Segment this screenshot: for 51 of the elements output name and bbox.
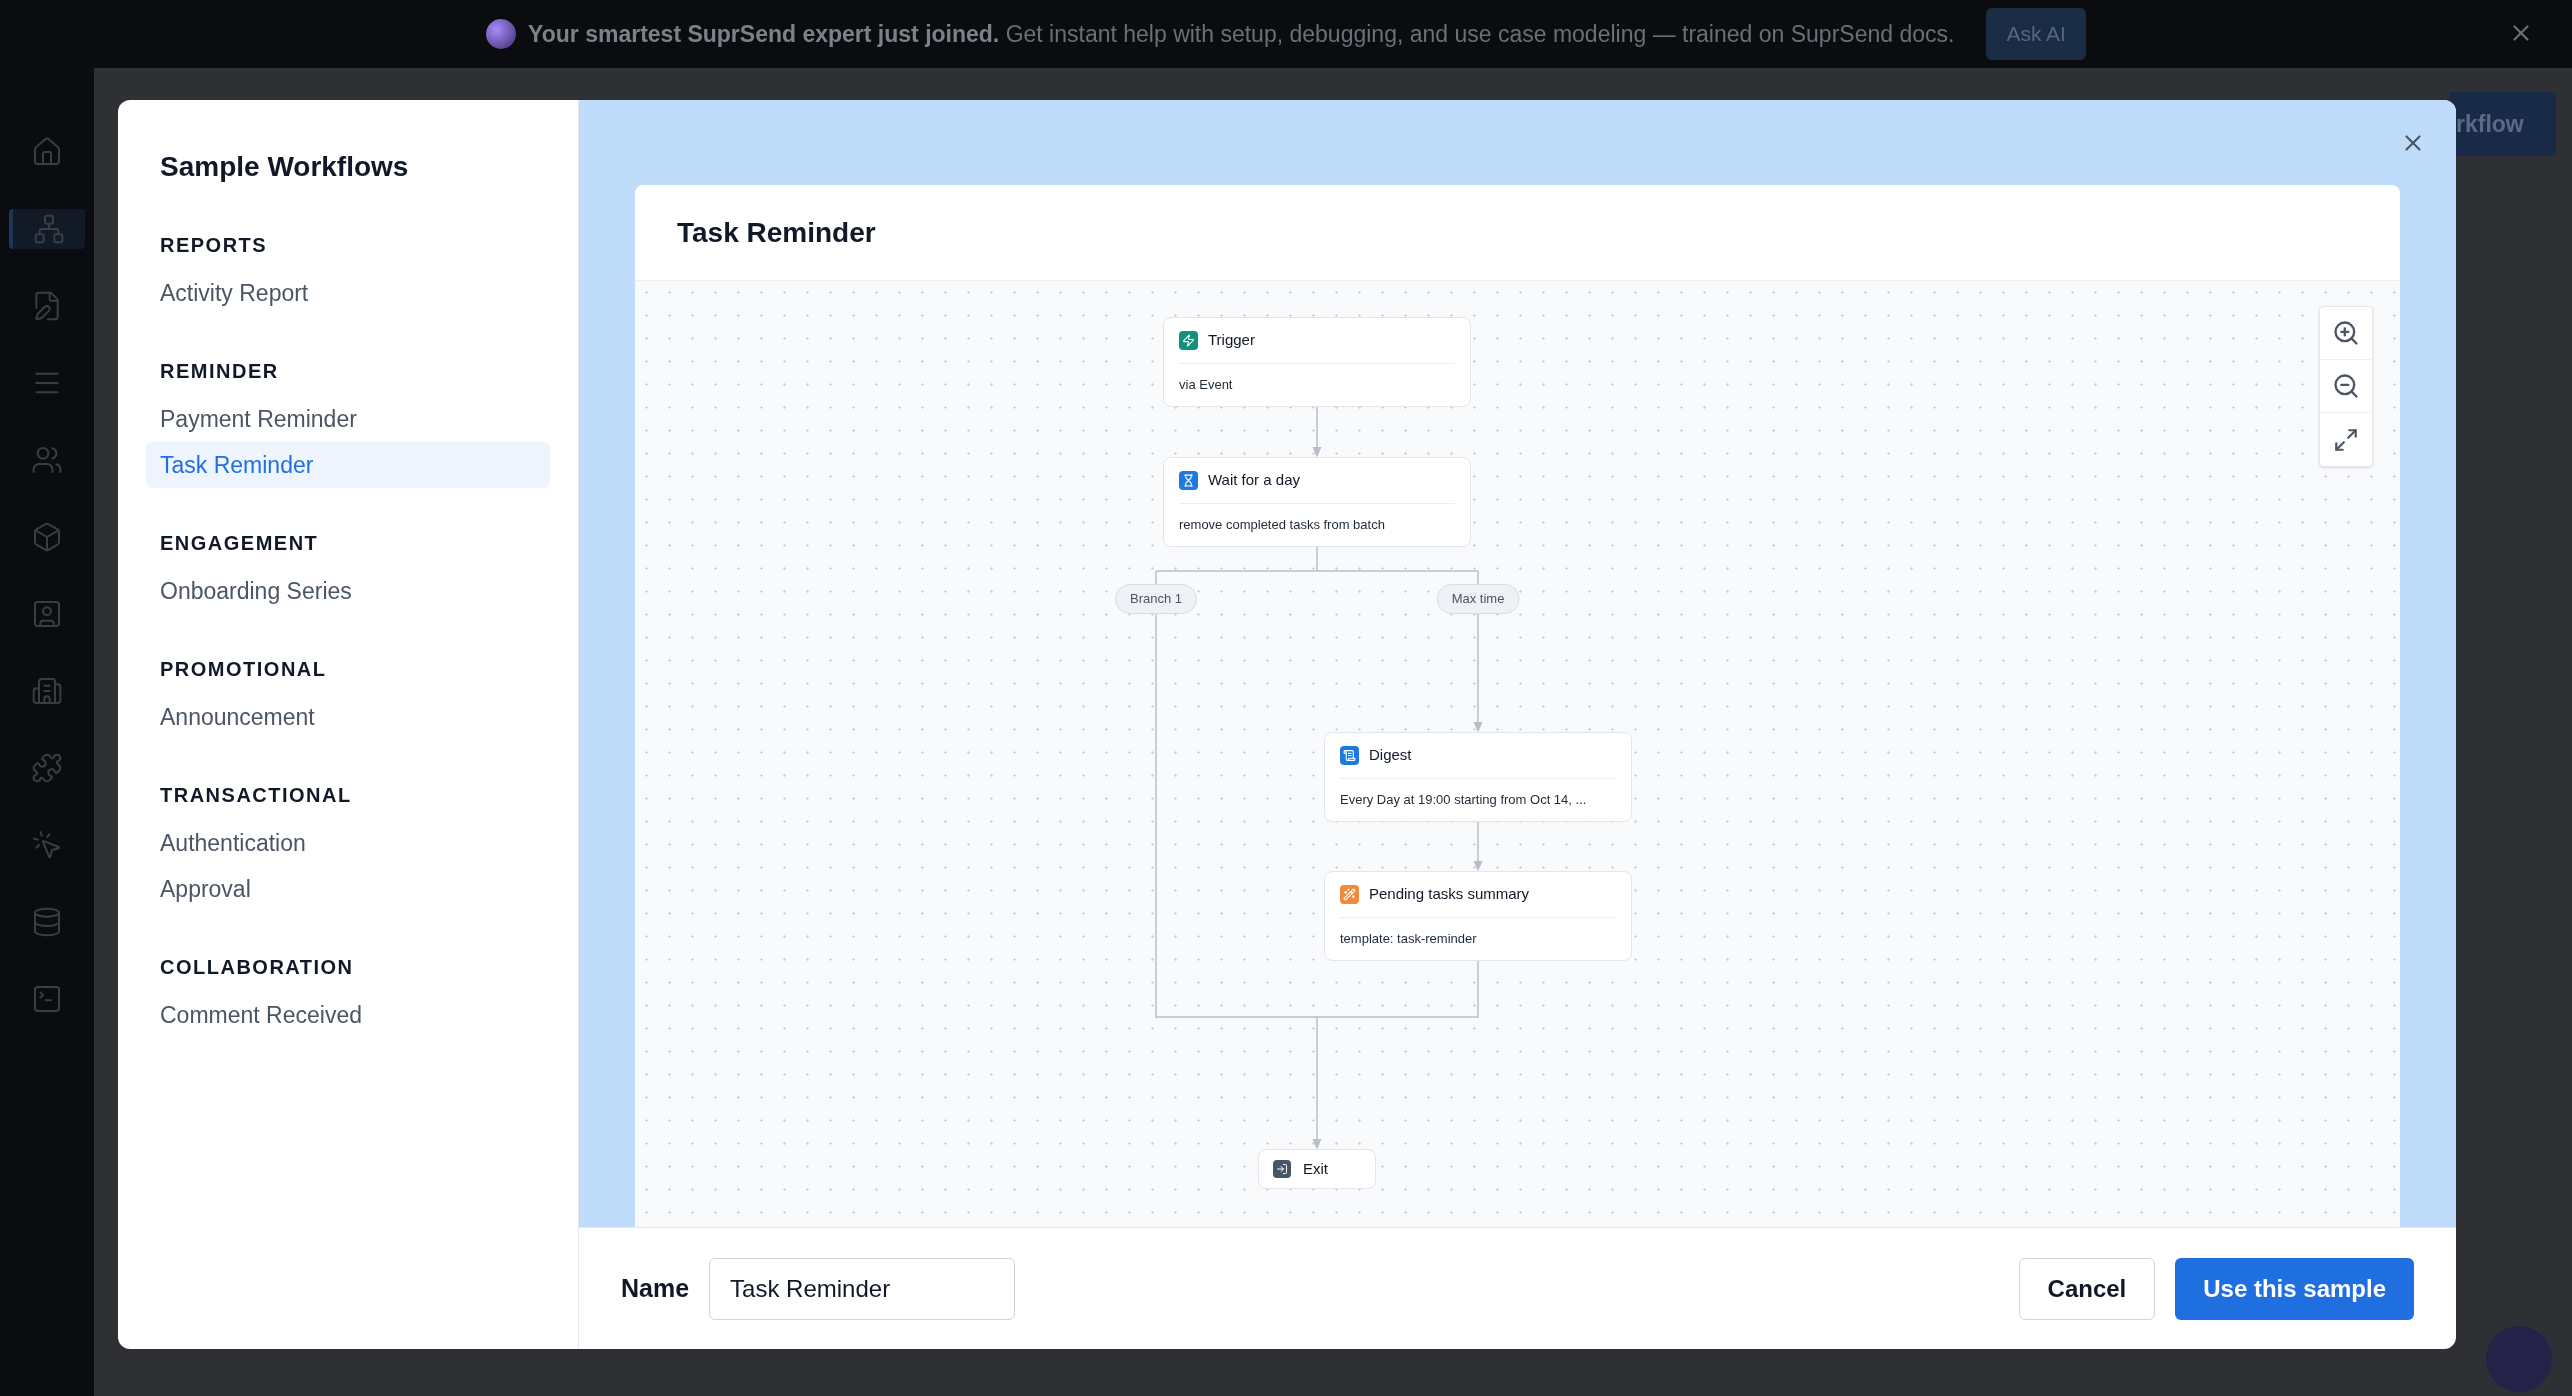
terminal-icon <box>31 983 63 1015</box>
connector-arrow <box>1312 406 1322 458</box>
use-sample-button[interactable]: Use this sample <box>2175 1257 2414 1320</box>
branch-label: Branch 1 <box>1115 584 1197 614</box>
section-heading: ENGAGEMENT <box>160 531 320 556</box>
node-title: Wait for a day <box>1208 470 1300 491</box>
node-title: Exit <box>1303 1158 1328 1179</box>
preview-title: Task Reminder <box>677 215 876 250</box>
branch-label: Max time <box>1436 584 1520 614</box>
workflow-list-item[interactable]: Activity Report <box>146 270 550 316</box>
workflow-list-item[interactable]: Payment Reminder <box>146 396 550 442</box>
node-subtitle: Every Day at 19:00 starting from Oct 14, ... <box>1340 791 1587 810</box>
pointer-click-icon <box>31 829 63 861</box>
workflow-list-item[interactable]: Authentication <box>146 820 550 866</box>
magic-wand-icon <box>1340 885 1359 904</box>
home-icon <box>31 136 63 168</box>
node-subtitle: remove completed tasks from batch <box>1179 516 1385 535</box>
section-heading: TRANSACTIONAL <box>160 783 353 808</box>
workflow-list-item[interactable]: Approval <box>146 866 550 912</box>
section-heading: PROMOTIONAL <box>160 657 328 682</box>
puzzle-icon <box>31 752 63 784</box>
hourglass-icon <box>1179 471 1198 490</box>
cancel-button[interactable]: Cancel <box>2018 1257 2156 1320</box>
section-heading: COLLABORATION <box>160 955 355 980</box>
workflow-icon <box>33 213 65 245</box>
cube-icon <box>31 521 63 553</box>
nav-item[interactable] <box>9 209 85 249</box>
workflow-list-item[interactable]: Comment Received <box>146 992 550 1038</box>
exit-icon <box>1273 1160 1291 1178</box>
node-title: Pending tasks summary <box>1369 884 1530 905</box>
users-icon <box>31 444 63 476</box>
connector-arrow <box>1473 821 1483 872</box>
name-label: Name <box>621 1272 690 1304</box>
lightning-icon <box>1179 331 1198 350</box>
database-icon <box>31 906 63 938</box>
workflow-list-item[interactable]: Task Reminder <box>146 442 550 488</box>
contact-card-icon <box>31 598 63 630</box>
node-subtitle: template: task-reminder <box>1340 930 1477 949</box>
banner-message: Your smartest SuprSend expert just joined. Get instant help with setup, debugging, and use case modeling — trained on SuprSend docs. <box>528 19 1955 49</box>
building-icon <box>31 675 63 707</box>
modal-title: Sample Workflows <box>160 150 410 184</box>
workflow-list-item[interactable]: Onboarding Series <box>146 568 550 614</box>
node-title: Trigger <box>1208 330 1255 351</box>
scroll-icon <box>1340 746 1359 765</box>
name-field[interactable]: Task Reminder <box>709 1257 1016 1320</box>
workflow-list-item[interactable]: Announcement <box>146 694 550 740</box>
section-heading: REMINDER <box>160 359 280 384</box>
node-subtitle: via Event <box>1179 376 1233 395</box>
section-heading: REPORTS <box>160 233 269 258</box>
node-title: Digest <box>1369 745 1412 766</box>
orb-icon <box>486 19 517 49</box>
